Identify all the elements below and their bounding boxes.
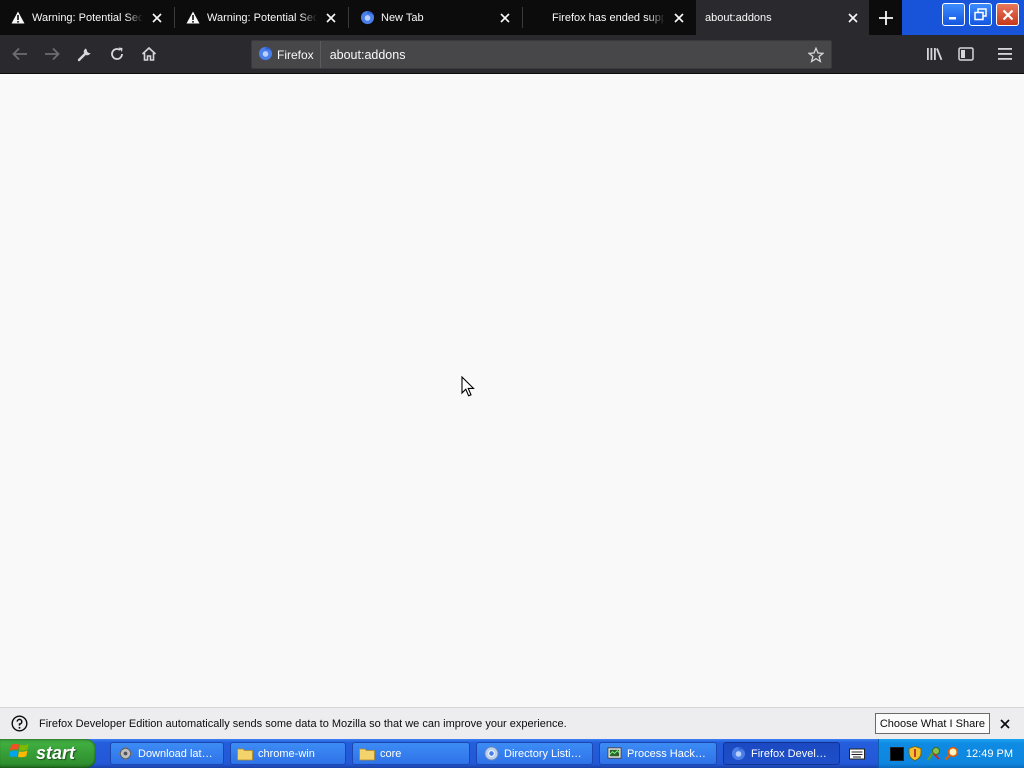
close-icon[interactable] xyxy=(671,10,687,26)
warning-icon xyxy=(10,10,26,26)
search-icon[interactable] xyxy=(943,746,959,762)
folder-icon xyxy=(359,746,375,762)
minimize-icon xyxy=(949,17,956,20)
process-icon xyxy=(606,746,622,762)
back-arrow-icon xyxy=(12,47,27,61)
keyboard-icon[interactable] xyxy=(848,746,866,761)
close-icon[interactable] xyxy=(323,10,339,26)
folder-icon xyxy=(237,746,253,762)
tab-title: New Tab xyxy=(381,11,424,24)
star-icon xyxy=(808,46,824,63)
mouse-cursor-icon xyxy=(461,375,475,403)
home-icon xyxy=(141,46,157,61)
forward-button[interactable] xyxy=(38,40,66,68)
notification-text: Firefox Developer Edition automatically … xyxy=(39,717,567,730)
console-icon[interactable] xyxy=(889,746,905,762)
taskbar-item-directory-listing[interactable]: Directory Listi… xyxy=(476,742,593,765)
sidebar-button[interactable] xyxy=(952,40,980,68)
taskbar-item-download[interactable]: Download lat… xyxy=(110,742,224,765)
start-button[interactable]: start xyxy=(0,739,96,768)
tab-warning-2[interactable]: Warning: Potential Security Risk Ahead xyxy=(175,0,347,35)
tab-new-tab[interactable]: New Tab xyxy=(349,0,521,35)
reload-icon xyxy=(111,47,123,60)
choose-what-i-share-button[interactable]: Choose What I Share xyxy=(874,713,990,734)
taskbar-item-chrome-win[interactable]: chrome-win xyxy=(230,742,346,765)
hamburger-menu-icon xyxy=(998,48,1012,60)
taskbar-item-core[interactable]: core xyxy=(352,742,470,765)
windows-taskbar: start Download lat… chrome-win core Dire… xyxy=(0,739,1024,768)
tab-title: Firefox has ended support xyxy=(552,11,665,24)
tab-title: about:addons xyxy=(705,11,772,24)
wrench-icon xyxy=(77,48,91,62)
tab-warning-1[interactable]: Warning: Potential Security Risk Ahead xyxy=(0,0,173,35)
gear-icon xyxy=(117,746,133,762)
identity-box[interactable]: Firefox xyxy=(252,41,321,68)
reload-button[interactable] xyxy=(103,40,131,68)
taskbar-item-process-hacker[interactable]: Process Hack… xyxy=(599,742,717,765)
bookmark-star-button[interactable] xyxy=(803,42,829,68)
library-icon xyxy=(926,48,942,61)
tab-strip: Warning: Potential Security Risk Ahead W… xyxy=(0,0,1024,35)
window-close-button[interactable] xyxy=(996,3,1019,26)
firefox-icon xyxy=(359,10,375,26)
home-button[interactable] xyxy=(135,40,163,68)
page-content xyxy=(0,74,1024,707)
tab-firefox-ended-support[interactable]: Firefox has ended support xyxy=(523,0,695,35)
start-label: start xyxy=(36,743,76,763)
system-clock: 12:49 PM xyxy=(965,747,1013,760)
close-icon xyxy=(1002,9,1013,20)
help-question-icon xyxy=(11,715,28,732)
new-tab-button[interactable] xyxy=(870,0,902,35)
close-icon[interactable] xyxy=(845,10,861,26)
back-button[interactable] xyxy=(6,40,34,68)
network-icon[interactable] xyxy=(925,746,941,762)
taskbar-item-firefox-developer[interactable]: Firefox Devel… xyxy=(723,742,840,765)
navigation-toolbar: Firefox about:addons xyxy=(0,35,1024,74)
system-tray: 12:49 PM xyxy=(878,739,1024,768)
library-button[interactable] xyxy=(920,40,948,68)
chrome-icon xyxy=(483,746,499,762)
firefox-icon xyxy=(730,746,746,762)
plus-icon xyxy=(879,10,893,25)
close-icon[interactable] xyxy=(996,715,1014,733)
developer-tools-button[interactable] xyxy=(71,40,99,68)
close-icon[interactable] xyxy=(149,10,165,26)
identity-label: Firefox xyxy=(277,47,314,62)
restore-icon xyxy=(974,8,987,21)
data-reporting-notification: Firefox Developer Edition automatically … xyxy=(0,707,1024,739)
menu-button[interactable] xyxy=(991,40,1019,68)
security-shield-icon[interactable] xyxy=(907,746,923,762)
windows-logo-icon xyxy=(9,742,30,765)
url-input[interactable]: about:addons xyxy=(330,48,803,62)
tab-title: Warning: Potential Security Risk Ahead xyxy=(32,11,143,24)
warning-icon xyxy=(185,10,201,26)
url-bar[interactable]: Firefox about:addons xyxy=(251,40,832,69)
minimize-button[interactable] xyxy=(942,3,965,26)
firefox-icon xyxy=(258,46,273,64)
forward-arrow-icon xyxy=(45,47,60,61)
restore-button[interactable] xyxy=(969,3,992,26)
close-icon[interactable] xyxy=(497,10,513,26)
tab-about-addons[interactable]: about:addons xyxy=(696,0,869,35)
sidebar-icon xyxy=(958,47,974,61)
tab-title: Warning: Potential Security Risk Ahead xyxy=(207,11,317,24)
